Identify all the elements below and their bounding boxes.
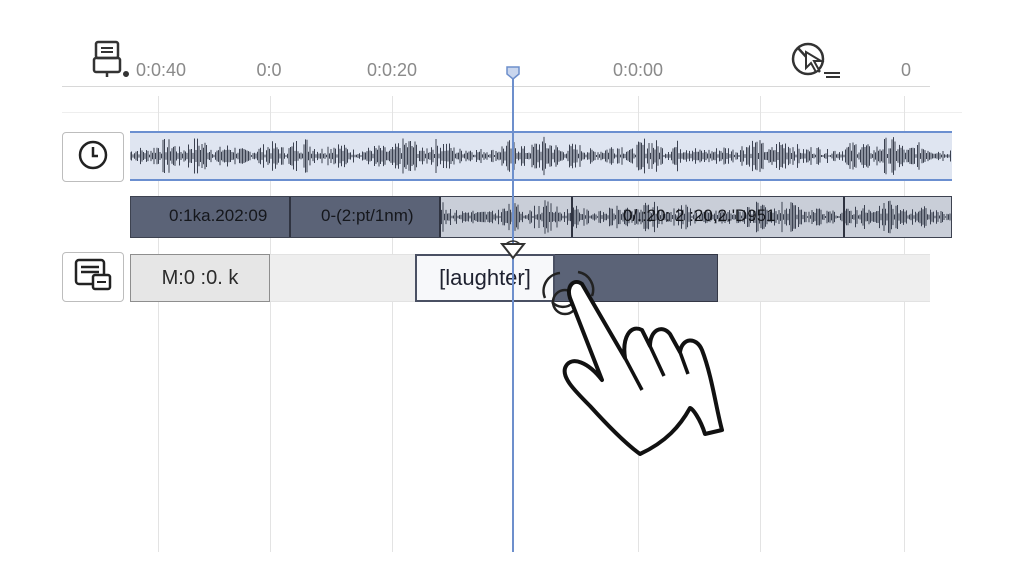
playhead-marker-icon [499, 240, 527, 260]
segment-divider [571, 197, 573, 237]
no-cursor-icon[interactable] [790, 40, 844, 80]
waveform [130, 136, 951, 176]
caption-track-header[interactable] [62, 252, 124, 302]
audio-segment[interactable]: 0-(2:pt/1nm) [291, 197, 441, 237]
audio-segment[interactable]: 0:1ka.202:09 [131, 197, 291, 237]
audio-track-header[interactable] [62, 132, 124, 182]
segment-label: 0:1ka.202:09 [169, 206, 268, 225]
ruler-label: 0:0:40 [135, 60, 187, 80]
monitor-settings-icon[interactable] [92, 40, 132, 80]
waveform-path [130, 136, 951, 176]
playhead[interactable] [512, 72, 514, 552]
tap-hand-icon [530, 258, 740, 458]
ruler-label: 0 [900, 60, 912, 80]
segment-label: 0/.:20: 2 :20,2.'D951 [623, 206, 776, 225]
ruler-label: 0:0:20 [366, 60, 418, 80]
caption-label: [laughter] [439, 265, 531, 290]
segment-label: 0-(2:pt/1nm) [321, 206, 414, 225]
audio-waveform-track[interactable] [130, 131, 952, 181]
caption-icon [73, 257, 113, 298]
playhead-handle[interactable] [505, 66, 521, 80]
caption-label: M:0 :0. k [161, 266, 239, 289]
caption-block[interactable]: M:0 :0. k [130, 254, 270, 302]
clock-icon [76, 138, 110, 177]
segment-divider [843, 197, 845, 237]
ruler-baseline [62, 86, 930, 87]
ruler-label: 0:0:00 [612, 60, 664, 80]
audio-segment-track[interactable]: 0:1ka.202:09 0-(2:pt/1nm) 0/.:20: 2 :20,… [130, 196, 952, 238]
ruler-label: 0:0 [256, 60, 282, 80]
